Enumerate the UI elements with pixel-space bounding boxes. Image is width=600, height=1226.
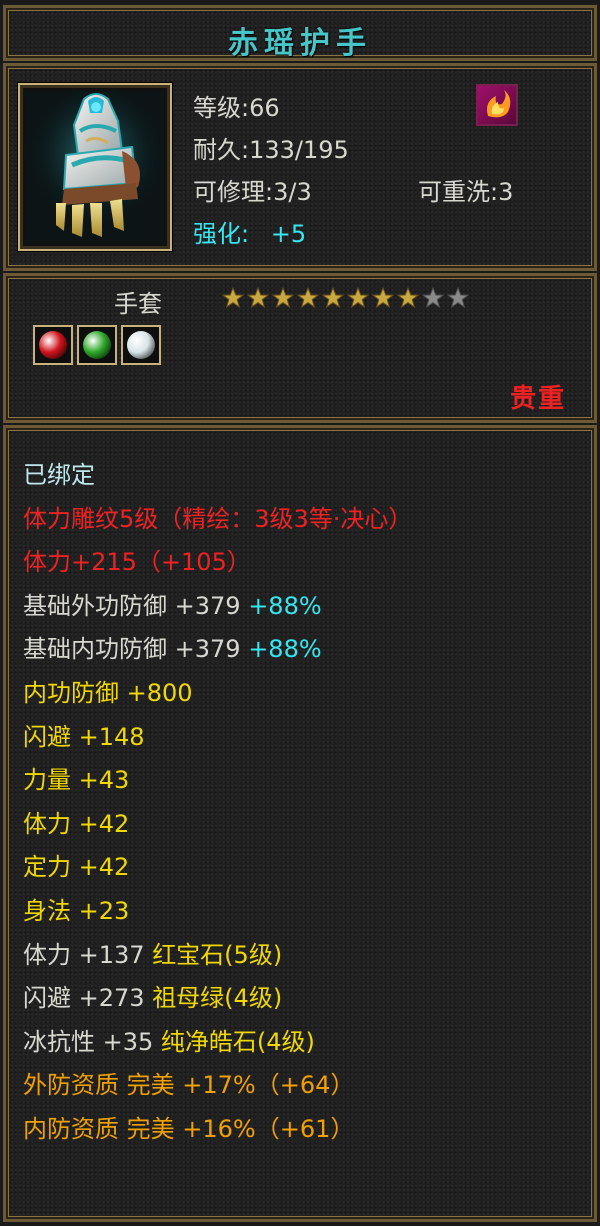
attribute-row: 体力 +42 xyxy=(23,803,584,847)
attribute-text: 体力雕纹5级（精绘：3级3等·决心） xyxy=(23,504,413,533)
star-rating xyxy=(221,286,470,310)
attribute-row: 体力+215（+105） xyxy=(23,541,584,585)
star-empty-icon xyxy=(446,286,470,309)
enhance-label: 强化: xyxy=(193,220,250,248)
attribute-row: 已绑定 xyxy=(23,454,584,498)
attribute-text: 外防资质 完美 +17%（+64） xyxy=(23,1071,355,1100)
attribute-row: 体力雕纹5级（精绘：3级3等·决心） xyxy=(23,498,584,542)
star-filled-icon xyxy=(371,286,395,309)
attribute-list: 已绑定体力雕纹5级（精绘：3级3等·决心） 体力+215（+105） 基础外功防御 … xyxy=(23,454,584,1152)
tooltip-title-bar: 赤瑶护手 xyxy=(3,5,597,61)
attribute-row: 力量 +43 xyxy=(23,759,584,803)
rarity-label: 贵重 xyxy=(509,384,566,414)
attribute-text: +88% xyxy=(248,635,322,664)
attribute-row: 体力 +137 红宝石(5级) xyxy=(23,934,584,978)
gem-slot[interactable] xyxy=(77,325,117,365)
item-info-panel: 等级:66 耐久:133/195 可修理:3/3 可重洗:3 强化: +5 xyxy=(3,63,597,271)
emerald-gem-icon xyxy=(83,331,111,359)
attribute-row: 闪避 +273 祖母绿(4级) xyxy=(23,977,584,1021)
attribute-row: 身法 +23 xyxy=(23,890,584,934)
star-filled-icon xyxy=(346,286,370,309)
attribute-text: 纯净皓石(4级) xyxy=(160,1027,315,1056)
item-icon-frame xyxy=(18,83,172,251)
attribute-text: 已绑定 xyxy=(23,461,95,489)
attribute-row: 闪避 +148 xyxy=(23,716,584,760)
attribute-row: 基础内功防御 +379 +88% xyxy=(23,628,584,672)
repair-text: 可修理:3/3 xyxy=(193,178,312,206)
attribute-text: 体力 +137 xyxy=(23,940,153,969)
attribute-text: 内防资质 完美 +16%（+61） xyxy=(23,1114,355,1143)
attribute-row: 内防资质 完美 +16%（+61） xyxy=(23,1108,584,1152)
attribute-text: 基础外功防御 +379 xyxy=(23,591,249,620)
star-filled-icon xyxy=(271,286,295,309)
enhance-row: 强化: +5 xyxy=(193,214,306,249)
item-summary-panel: 手套 贵重 xyxy=(3,273,597,423)
attribute-text: 体力+215（+105） xyxy=(23,548,251,577)
attribute-row: 冰抗性 +35 纯净皓石(4级) xyxy=(23,1021,584,1065)
attribute-text: 冰抗性 +35 xyxy=(23,1027,161,1056)
attribute-text: 体力 +42 xyxy=(23,809,130,838)
attribute-text: 力量 +43 xyxy=(23,766,130,795)
attribute-text: 闪避 +148 xyxy=(23,722,145,751)
attribute-row: 内功防御 +800 xyxy=(23,672,584,716)
gem-slot[interactable] xyxy=(121,325,161,365)
attribute-text: 闪避 +273 xyxy=(23,984,153,1013)
star-filled-icon xyxy=(221,286,245,309)
enhance-value: +5 xyxy=(270,220,307,248)
attribute-row: 定力 +42 xyxy=(23,846,584,890)
rewash-text: 可重洗:3 xyxy=(418,178,514,206)
gem-slot[interactable] xyxy=(33,325,73,365)
star-filled-icon xyxy=(296,286,320,309)
attribute-text: +88% xyxy=(248,591,322,620)
star-empty-icon xyxy=(421,286,445,309)
gauntlet-icon xyxy=(26,91,164,243)
attribute-row: 基础外功防御 +379 +88% xyxy=(23,585,584,629)
ruby-gem-icon xyxy=(39,331,67,359)
attribute-text: 身法 +23 xyxy=(23,896,130,925)
star-filled-icon xyxy=(246,286,270,309)
gem-slots xyxy=(33,325,161,365)
attribute-text: 红宝石(5级) xyxy=(152,940,283,969)
level-text: 等级:66 xyxy=(193,94,280,122)
item-type: 手套 xyxy=(114,290,162,318)
fire-flower-icon xyxy=(476,84,518,126)
item-name: 赤瑶护手 xyxy=(228,26,372,61)
star-filled-icon xyxy=(396,286,420,309)
attribute-text: 定力 +42 xyxy=(23,853,130,882)
diamond-gem-icon xyxy=(127,331,155,359)
attribute-text: 祖母绿(4级) xyxy=(152,984,283,1013)
attribute-row: 外防资质 完美 +17%（+64） xyxy=(23,1064,584,1108)
attribute-text: 基础内功防御 +379 xyxy=(23,635,249,664)
star-filled-icon xyxy=(321,286,345,309)
durability-text: 耐久:133/195 xyxy=(193,136,349,164)
attribute-text: 内功防御 +800 xyxy=(23,678,193,707)
attributes-panel: 已绑定体力雕纹5级（精绘：3级3等·决心） 体力+215（+105） 基础外功防御 … xyxy=(3,425,597,1222)
